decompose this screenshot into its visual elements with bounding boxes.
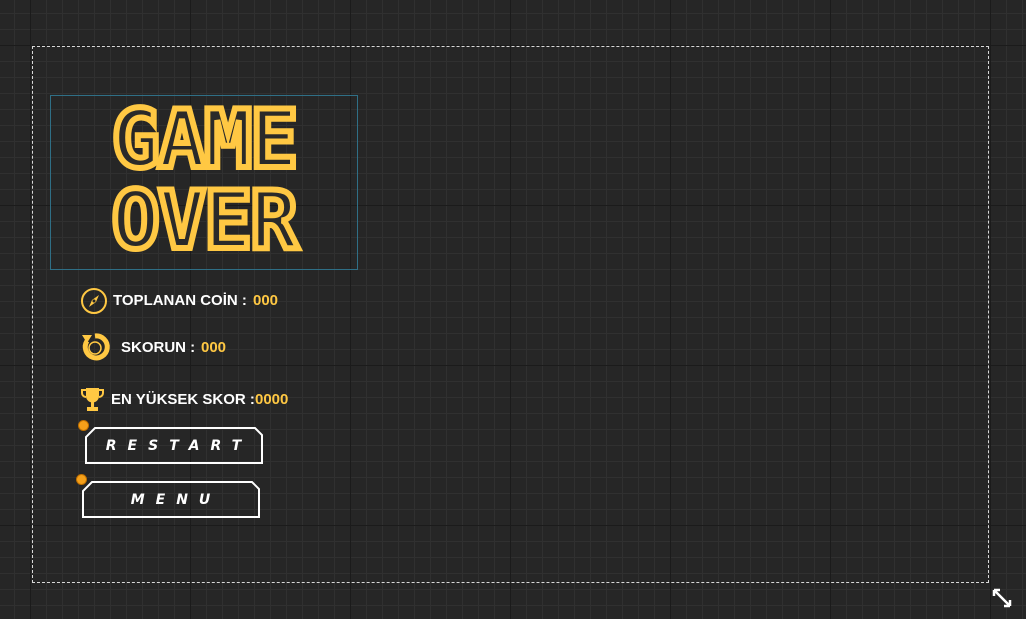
restart-button[interactable]: RESTART — [85, 427, 263, 464]
score-value: 000 — [201, 339, 227, 356]
high-score-value: 0000 — [255, 391, 289, 408]
compass-icon — [81, 288, 107, 314]
trophy-icon — [81, 388, 104, 411]
refresh-icon — [82, 333, 110, 361]
high-score-label: EN YÜKSEK SKOR : — [111, 391, 255, 408]
score-label: SKORUN : — [121, 339, 196, 356]
coins-label: TOPLANAN COİN : — [113, 292, 247, 309]
restart-anchor-dot[interactable] — [78, 420, 89, 431]
game-over-title-line-2: OVER — [109, 174, 302, 267]
menu-button-label: MENU — [130, 491, 222, 508]
menu-anchor-dot[interactable] — [76, 474, 87, 485]
coins-value: 000 — [253, 292, 279, 309]
menu-button[interactable]: MENU — [82, 481, 260, 518]
restart-button-label: RESTART — [105, 437, 253, 454]
game-over-title-line-1: GAME — [109, 93, 302, 186]
resize-icon[interactable] — [990, 586, 1014, 610]
